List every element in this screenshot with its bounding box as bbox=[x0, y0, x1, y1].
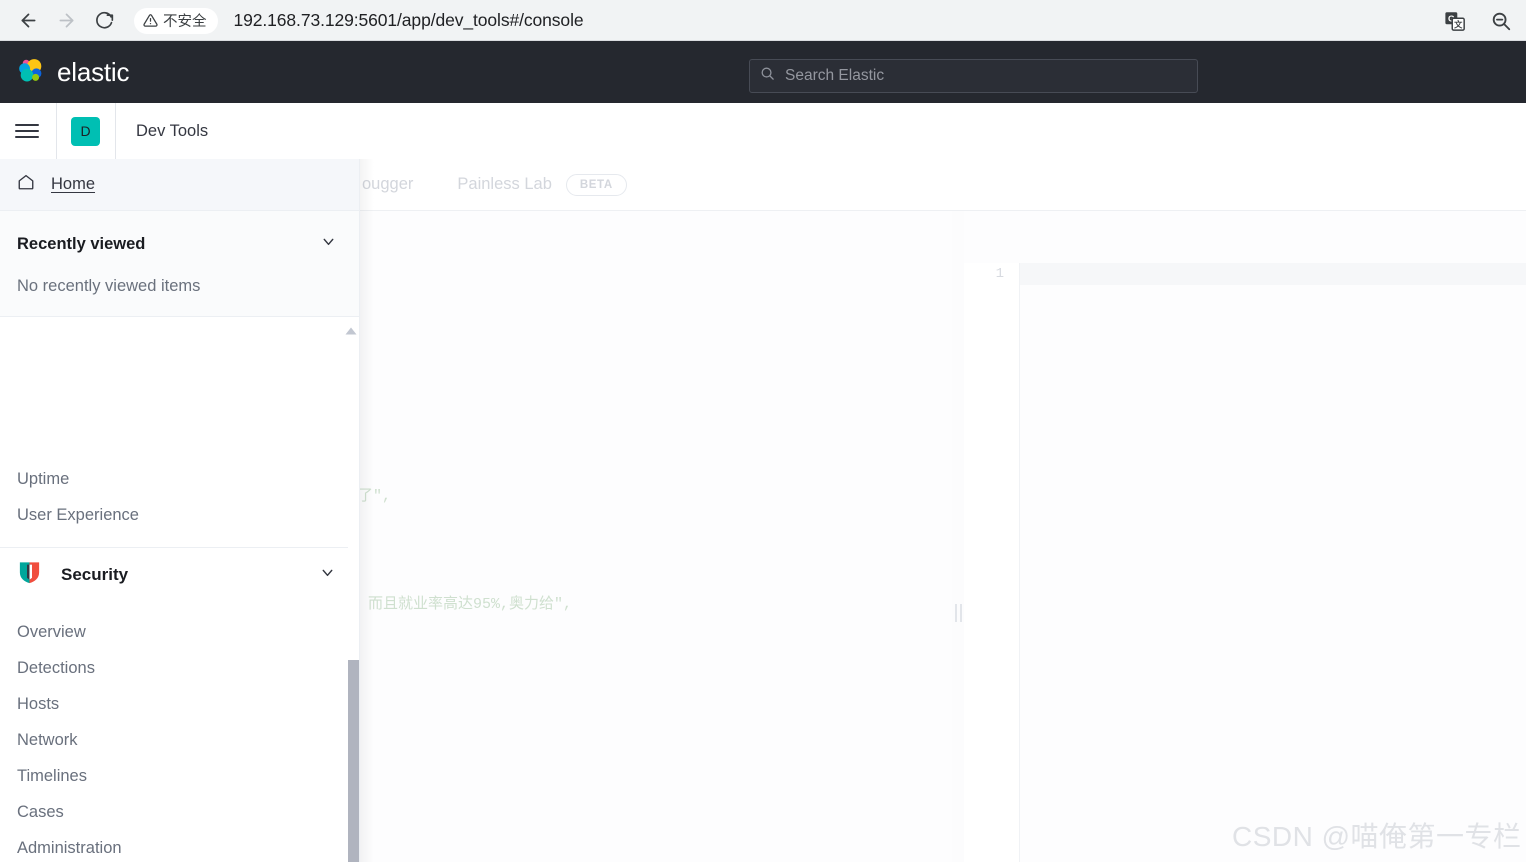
nav-item-cases-label: Cases bbox=[17, 802, 64, 821]
editor-scrollbar[interactable] bbox=[938, 263, 952, 862]
warning-triangle-icon bbox=[143, 14, 158, 27]
omnibox-actions: G文 bbox=[1442, 8, 1526, 34]
svg-text:文: 文 bbox=[1454, 19, 1463, 29]
security-shield-icon bbox=[17, 560, 42, 590]
tab-painless-lab[interactable]: Painless Lab BETA bbox=[435, 159, 648, 211]
csdn-watermark: CSDN @喵俺第一专栏 bbox=[1232, 821, 1522, 852]
chevron-down-icon[interactable] bbox=[319, 564, 336, 586]
nav-item-hosts[interactable]: Hosts bbox=[0, 686, 359, 722]
nav-item-detections-label: Detections bbox=[17, 658, 95, 677]
app-avatar-badge: D bbox=[71, 116, 100, 146]
url-text: 192.168.73.129:5601/app/dev_tools#/conso… bbox=[233, 10, 584, 30]
pane-resize-handle[interactable] bbox=[953, 603, 963, 623]
nav-group-security[interactable]: Security bbox=[0, 548, 359, 602]
recently-viewed-empty-text: No recently viewed items bbox=[17, 277, 201, 295]
nav-item-home-label: Home bbox=[51, 175, 96, 193]
console-response-panel[interactable]: 1 bbox=[964, 211, 1526, 862]
search-icon bbox=[760, 66, 775, 86]
nav-item-timelines[interactable]: Timelines bbox=[0, 758, 359, 794]
tab-painless-lab-label: Painless Lab bbox=[457, 175, 552, 193]
site-security-chip[interactable]: 不安全 bbox=[134, 7, 218, 34]
nav-item-network-label: Network bbox=[17, 730, 78, 749]
nav-item-administration[interactable]: Administration bbox=[0, 830, 359, 862]
code-line: 而且就业率高达95%,奥力给", bbox=[368, 596, 573, 613]
back-arrow-icon[interactable] bbox=[10, 3, 46, 39]
nav-item-home[interactable]: Home bbox=[0, 159, 359, 211]
response-line-number: 1 bbox=[995, 266, 1004, 282]
app-breadcrumb-header: D Dev Tools bbox=[0, 103, 1526, 159]
flyout-scroll-up-arrow-icon[interactable] bbox=[345, 322, 357, 335]
beta-badge: BETA bbox=[565, 173, 627, 196]
nav-item-timelines-label: Timelines bbox=[17, 766, 87, 785]
nav-item-overview-label: Overview bbox=[17, 622, 86, 641]
reload-icon[interactable] bbox=[86, 3, 122, 39]
security-label: 不安全 bbox=[163, 14, 207, 30]
nav-item-user-experience[interactable]: User Experience bbox=[0, 497, 359, 533]
header-divider-2 bbox=[115, 103, 116, 159]
response-active-line-highlight bbox=[964, 263, 1526, 285]
nav-item-hosts-label: Hosts bbox=[17, 694, 60, 713]
response-gutter bbox=[964, 263, 1020, 862]
nav-item-user-experience-label: User Experience bbox=[17, 505, 139, 524]
nav-group-security-title: Security bbox=[61, 565, 129, 584]
header-divider-1 bbox=[56, 103, 57, 159]
nav-item-administration-label: Administration bbox=[17, 838, 122, 857]
page-title: Dev Tools bbox=[136, 121, 209, 140]
nav-item-overview[interactable]: Overview bbox=[0, 614, 359, 650]
forward-arrow-icon[interactable] bbox=[48, 3, 84, 39]
brand-name: elastic bbox=[57, 56, 130, 87]
hamburger-menu-icon[interactable] bbox=[15, 119, 39, 143]
recently-viewed-section: Recently viewed No recently viewed items bbox=[0, 211, 359, 317]
recently-viewed-title: Recently viewed bbox=[17, 234, 146, 253]
nav-item-cases[interactable]: Cases bbox=[0, 794, 359, 830]
nav-item-uptime-label: Uptime bbox=[17, 469, 70, 488]
nav-item-uptime[interactable]: Uptime bbox=[0, 464, 359, 497]
global-search-placeholder: Search Elastic bbox=[785, 67, 885, 84]
flyout-scroll-region[interactable]: Uptime User Experience Security Overview… bbox=[0, 464, 359, 862]
nav-item-network[interactable]: Network bbox=[0, 722, 359, 758]
recently-viewed-header[interactable]: Recently viewed bbox=[0, 233, 359, 255]
global-search-input[interactable]: Search Elastic bbox=[749, 59, 1198, 93]
flyout-scrollbar-thumb[interactable] bbox=[348, 660, 359, 862]
flyout-shadow bbox=[360, 159, 374, 862]
browser-nav-buttons bbox=[0, 3, 122, 39]
home-icon bbox=[17, 173, 35, 196]
address-bar[interactable]: 不安全 192.168.73.129:5601/app/dev_tools#/c… bbox=[130, 6, 1442, 36]
zoom-out-icon[interactable] bbox=[1488, 8, 1514, 34]
chevron-down-icon[interactable] bbox=[320, 233, 337, 255]
elastic-logo-brand[interactable]: elastic bbox=[0, 54, 129, 91]
translate-icon[interactable]: G文 bbox=[1442, 8, 1468, 34]
elastic-logo-icon bbox=[14, 54, 46, 91]
browser-toolbar: 不安全 192.168.73.129:5601/app/dev_tools#/c… bbox=[0, 0, 1526, 41]
navigation-flyout: Home Recently viewed No recently viewed … bbox=[0, 159, 360, 862]
nav-item-detections[interactable]: Detections bbox=[0, 650, 359, 686]
